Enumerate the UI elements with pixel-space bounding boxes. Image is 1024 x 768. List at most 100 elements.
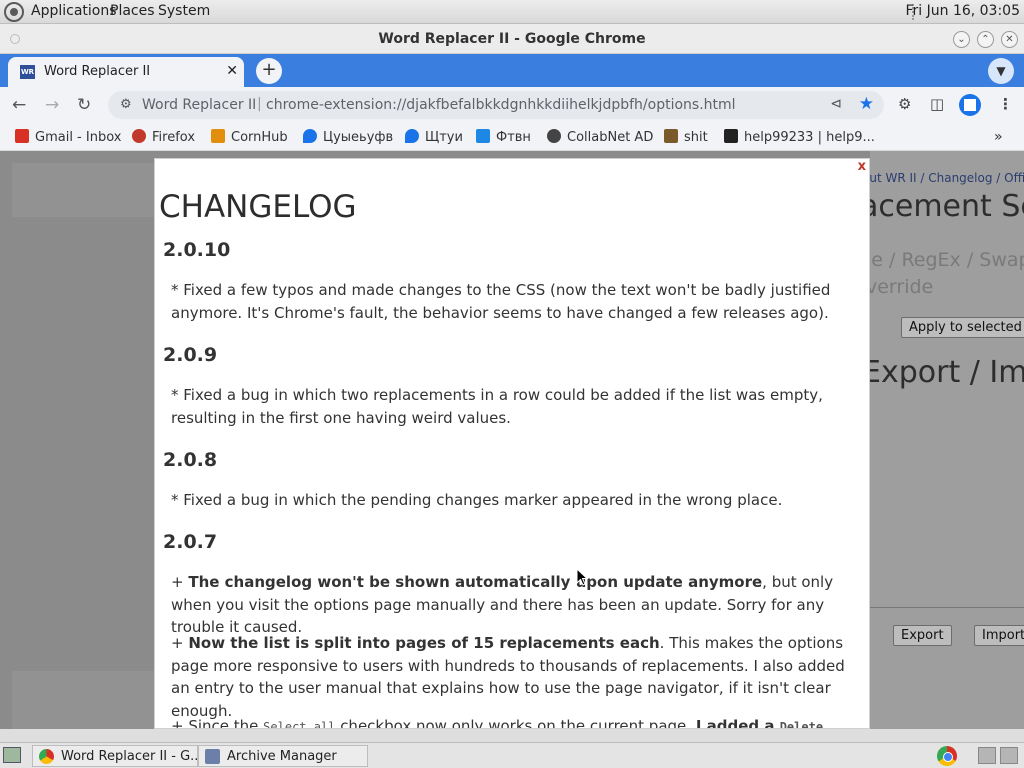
bookmark-maps-2[interactable]: Щтуи: [405, 129, 463, 145]
entry-prefix: +: [171, 634, 189, 652]
types-line[interactable]: verride: [870, 274, 1024, 301]
bookmark-maps-1[interactable]: Цуыеьуфв: [303, 129, 393, 145]
entry-text: checkbox now only works on the current p…: [335, 717, 696, 729]
apply-to-selected-button[interactable]: Apply to selected: [901, 317, 1024, 338]
minimize-icon[interactable]: ⌄: [953, 31, 970, 48]
chrome-tray-icon[interactable]: [937, 746, 957, 766]
extension-puzzle-icon: ⚙: [120, 97, 132, 112]
new-tab-button[interactable]: +: [256, 58, 282, 84]
back-arrow-icon[interactable]: ←: [12, 95, 26, 115]
close-window-icon[interactable]: ✕: [1001, 31, 1018, 48]
tab-strip: WR Word Replacer II ✕ + ▼: [0, 54, 1024, 87]
window-title: Word Replacer II - Google Chrome: [378, 31, 646, 47]
maximize-icon[interactable]: ⌃: [977, 31, 994, 48]
entry-code: Select all: [263, 720, 336, 729]
bookmark-label: Gmail - Inbox: [35, 130, 122, 145]
changelog-entry: + The changelog won't be shown automatic…: [171, 571, 851, 639]
types-line[interactable]: le / RegEx / Swap: [870, 247, 1024, 274]
maps-icon: [303, 129, 317, 143]
divider: [870, 607, 1024, 608]
workspace-1[interactable]: [978, 747, 996, 764]
export-button[interactable]: Export: [893, 625, 952, 646]
replacement-settings-heading: acement Se: [870, 189, 1024, 224]
changelog-entry: * Fixed a bug in which two replacements …: [171, 386, 823, 427]
close-changelog-icon[interactable]: x: [858, 159, 866, 174]
show-desktop-icon[interactable]: [3, 747, 21, 763]
bookmark-cornhub[interactable]: CornHub: [211, 129, 288, 145]
site-name: Word Replacer II: [142, 97, 257, 113]
header-links[interactable]: out WR II / Changelog / Offici: [870, 171, 1024, 185]
close-tab-icon[interactable]: ✕: [226, 63, 238, 79]
entry-bold: Now the list is split into pages of 15 r…: [188, 634, 660, 652]
address-bar[interactable]: ⚙ Word Replacer II | chrome-extension://…: [108, 91, 884, 119]
bookmark-label: CollabNet AD: [567, 130, 654, 145]
workspace-2[interactable]: [1000, 747, 1018, 764]
kebab-menu-icon[interactable]: ⋮: [998, 95, 1013, 113]
wix-icon: [724, 129, 738, 143]
extensions-icon[interactable]: ⚙: [898, 95, 911, 113]
entry-code: Delete: [779, 720, 824, 729]
browser-toolbar: ← → ↻ ⚙ Word Replacer II | chrome-extens…: [0, 87, 1024, 123]
background-panel: [12, 163, 154, 217]
tab-word-replacer[interactable]: WR Word Replacer II ✕: [8, 57, 244, 87]
profile-avatar[interactable]: [959, 94, 981, 116]
bookmark-gmail[interactable]: Gmail - Inbox: [15, 129, 121, 145]
bookmark-bird[interactable]: Фтвн: [476, 129, 531, 145]
changelog-entry: * Fixed a few typos and made changes to …: [171, 281, 831, 322]
reload-icon[interactable]: ↻: [77, 95, 91, 115]
entry-prefix: +: [171, 573, 189, 591]
maps-icon: [405, 129, 419, 143]
bookmark-help[interactable]: help99233 | help9...: [724, 129, 875, 145]
ch-icon: [211, 129, 225, 143]
entry-prefix: + Since the: [171, 717, 264, 729]
archive-manager-icon: [205, 749, 220, 764]
options-page-background: out WR II / Changelog / Offici acement S…: [870, 151, 1024, 729]
bookmarks-overflow-icon[interactable]: »: [994, 129, 1003, 145]
task-archive-manager[interactable]: Archive Manager: [198, 745, 368, 767]
window-title-bar: Word Replacer II - Google Chrome ⌄ ⌃ ✕: [0, 24, 1024, 54]
url-text[interactable]: chrome-extension://djakfbefalbkkdgnhkkdi…: [266, 97, 736, 113]
bookmarks-bar: Gmail - Inbox Firefox CornHub Цуыеьуфв Щ…: [0, 123, 1024, 151]
bookmark-label: shit: [684, 130, 708, 145]
address-separator: |: [257, 96, 262, 112]
bookmark-label: Фтвн: [496, 130, 531, 145]
places-menu[interactable]: Places: [110, 3, 155, 19]
applications-menu[interactable]: Applications: [31, 3, 117, 19]
word-replacer-favicon-icon: WR: [20, 65, 35, 79]
side-panel-icon[interactable]: ◫: [930, 95, 944, 113]
mouse-cursor-icon: [576, 568, 588, 586]
changelog-entry: + Since the Select all checkbox now only…: [171, 715, 851, 729]
bookmark-label: CornHub: [231, 130, 288, 145]
bookmark-firefox[interactable]: Firefox: [132, 129, 195, 145]
tab-search-chevron-icon[interactable]: ▼: [988, 58, 1014, 84]
firefox-icon: [132, 129, 146, 143]
version-heading: 2.0.7: [163, 531, 218, 553]
import-button[interactable]: Import: [974, 625, 1024, 646]
taskbar: Word Replacer II - G... Archive Manager: [0, 742, 1024, 768]
bookmark-label: Щтуи: [425, 130, 463, 145]
bookmark-shit[interactable]: shit: [664, 129, 708, 145]
changelog-modal: x CHANGELOG 2.0.10 * Fixed a few typos a…: [154, 158, 870, 729]
bookmark-label: Цуыеьуфв: [323, 130, 394, 145]
share-icon[interactable]: ⊲: [830, 96, 842, 112]
hp-icon: [664, 129, 678, 143]
version-heading: 2.0.10: [163, 239, 231, 261]
bookmark-star-icon[interactable]: ★: [859, 94, 874, 114]
entry-bold: I added a: [695, 717, 780, 729]
system-menu[interactable]: System: [158, 3, 210, 19]
bookmark-collabnet[interactable]: CollabNet AD: [547, 129, 653, 145]
gmail-icon: [15, 129, 29, 143]
distro-logo-icon[interactable]: [4, 2, 24, 22]
page-content: out WR II / Changelog / Offici acement S…: [0, 151, 1024, 729]
task-chrome[interactable]: Word Replacer II - G...: [32, 745, 198, 767]
version-heading: 2.0.8: [163, 449, 218, 471]
forward-arrow-icon[interactable]: →: [45, 95, 59, 115]
replacement-types: le / RegEx / Swap verride: [870, 247, 1024, 301]
export-import-heading: Export / Imp: [870, 355, 1024, 390]
bookmark-label: help99233 | help9...: [744, 130, 875, 145]
task-label: Word Replacer II - G...: [61, 749, 198, 764]
version-heading: 2.0.9: [163, 344, 218, 366]
clock[interactable]: Fri Jun 16, 03:05: [905, 3, 1020, 19]
task-label: Archive Manager: [227, 749, 337, 764]
changelog-title: CHANGELOG: [159, 189, 357, 225]
